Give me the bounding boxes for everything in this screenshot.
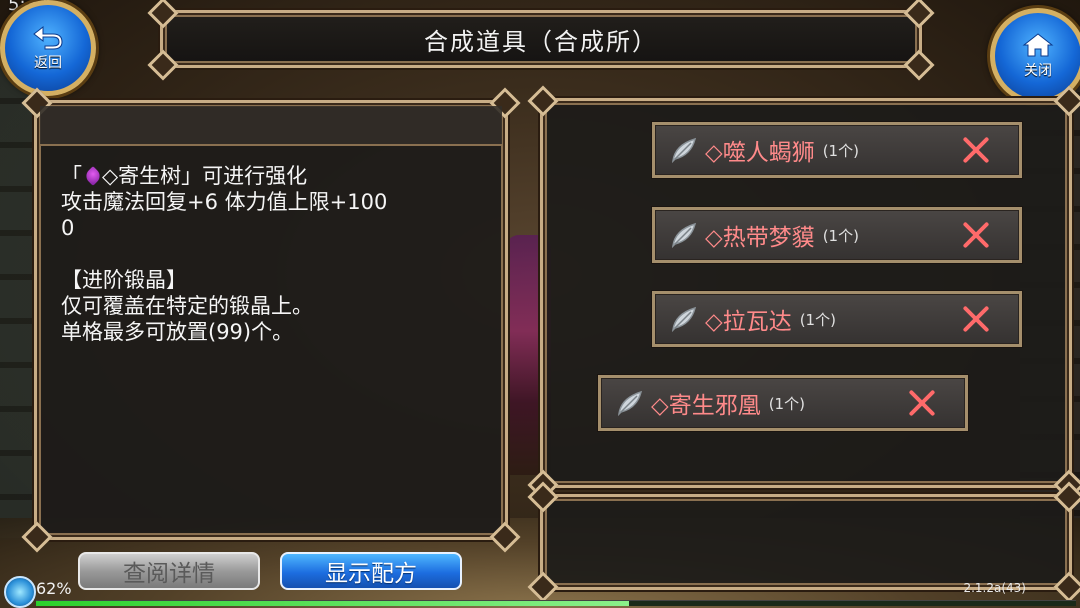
info-line-1: 「 ◇寄生树」可进行强化 xyxy=(61,163,481,189)
close-label: 关闭 xyxy=(1024,63,1052,79)
info-line-4: 仅可覆盖在特定的锻晶上。 xyxy=(61,294,313,318)
material-name: ◇热带梦貘 xyxy=(705,225,815,251)
title-bar: 合成道具（合成所） xyxy=(147,0,935,81)
material-count: (1个) xyxy=(822,141,859,160)
battery-orb-icon xyxy=(4,576,36,608)
material-slot-panel xyxy=(527,481,1080,603)
info-line-3: 0 xyxy=(61,216,75,240)
info-line-1-suffix: 」可进行强化 xyxy=(181,164,308,188)
info-line-5: 单格最多可放置(99)个。 xyxy=(61,320,294,344)
material-row[interactable]: ◇拉瓦达 (1个) xyxy=(652,291,1022,347)
material-name: ◇寄生邪凰 xyxy=(651,393,761,419)
back-button[interactable]: 返回 xyxy=(0,0,96,96)
info-section-title: 【进阶锻晶】 xyxy=(61,268,187,292)
feather-leaf-icon xyxy=(671,222,697,249)
page-title: 合成道具（合成所） xyxy=(424,27,658,56)
material-row[interactable]: ◇热带梦貘 (1个) xyxy=(652,207,1022,263)
item-description: 「◇寄生树」可进行强化 攻击魔法回复+6 体力值上限+100 0 【进阶锻晶】 … xyxy=(61,163,481,345)
material-row[interactable]: ◇寄生邪凰 (1个) xyxy=(598,375,968,431)
version-label: 2.1.2a(43) xyxy=(963,581,1026,595)
info-line-2: 攻击魔法回复+6 体力值上限+100 xyxy=(61,190,388,214)
remove-material-button[interactable] xyxy=(907,388,937,418)
show-recipe-button[interactable]: 显示配方 xyxy=(280,552,462,590)
feather-leaf-icon xyxy=(671,306,697,333)
material-count: (1个) xyxy=(822,226,859,245)
info-spacer xyxy=(61,241,481,267)
info-bracket-open: 「 xyxy=(61,164,82,188)
feather-leaf-icon xyxy=(617,390,643,417)
remove-material-button[interactable] xyxy=(961,135,991,165)
battery-percent: 62% xyxy=(36,579,72,598)
material-name: ◇拉瓦达 xyxy=(705,309,792,335)
feather-leaf-icon xyxy=(671,137,697,164)
experience-bar xyxy=(36,600,1076,606)
view-details-button[interactable]: 查阅详情 xyxy=(78,552,260,590)
material-count: (1个) xyxy=(768,394,805,413)
material-count: (1个) xyxy=(799,310,836,329)
item-info-panel: 「◇寄生树」可进行强化 攻击魔法回复+6 体力值上限+100 0 【进阶锻晶】 … xyxy=(21,87,521,553)
material-name: ◇噬人蝎狮 xyxy=(705,140,815,166)
experience-fill xyxy=(36,601,629,606)
info-item-name: ◇寄生树 xyxy=(102,164,182,188)
back-arrow-icon xyxy=(33,25,63,50)
back-label: 返回 xyxy=(34,55,62,71)
home-icon xyxy=(1022,33,1054,57)
remove-material-button[interactable] xyxy=(961,220,991,250)
remove-material-button[interactable] xyxy=(961,304,991,334)
material-row[interactable]: ◇噬人蝎狮 (1个) xyxy=(652,122,1022,178)
gem-icon xyxy=(83,166,103,186)
info-header-strip xyxy=(40,106,502,146)
